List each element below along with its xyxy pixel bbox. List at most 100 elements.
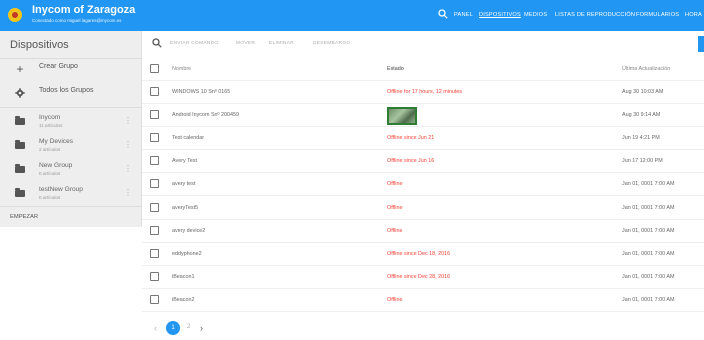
device-name: avery device2 (172, 228, 206, 234)
device-updated: Jun 19 4:21 PM (622, 135, 660, 141)
brand-logo-icon (8, 8, 22, 22)
send-command-button[interactable]: ENVIAR COMANDO (170, 41, 218, 46)
row-checkbox[interactable] (150, 295, 159, 304)
group-count: 11 artículos (39, 123, 63, 128)
device-updated: Aug 30 9:14 AM (622, 112, 661, 118)
column-header-name[interactable]: Nombre (172, 66, 191, 72)
device-updated: Aug 30 10:03 AM (622, 89, 664, 95)
device-status: Offline (387, 205, 403, 211)
row-checkbox[interactable] (150, 272, 159, 281)
chevron-right-icon[interactable]: › (200, 323, 203, 333)
more-vert-icon[interactable]: ⋮ (124, 189, 132, 197)
folder-icon (15, 140, 25, 149)
table-row[interactable]: WINDOWS 10 Snº 0165 Offline for 17 hours… (142, 81, 704, 104)
add-device-button[interactable] (698, 36, 704, 52)
device-name: Test calendar (172, 135, 205, 141)
chevron-left-icon[interactable]: ‹ (154, 323, 157, 333)
row-checkbox[interactable] (150, 156, 159, 165)
row-checkbox[interactable] (150, 203, 159, 212)
all-groups-button[interactable]: Todos los Grupos (0, 81, 142, 105)
device-status: Offline since Dec 18, 2016 (387, 251, 451, 257)
gear-icon (15, 88, 25, 98)
device-updated: Jan 01, 0001 7:00 AM (622, 297, 675, 303)
nav-hora[interactable]: HORA (685, 12, 702, 18)
row-checkbox[interactable] (150, 226, 159, 235)
create-group-label: Crear Grupo (39, 63, 78, 70)
table-row[interactable]: iBeacon1 Offline since Dec 28, 2016 Jan … (142, 266, 704, 289)
folder-icon (15, 164, 25, 173)
device-updated: Jan 01, 0001 7:00 AM (622, 181, 675, 187)
row-checkbox[interactable] (150, 133, 159, 142)
group-name: Inycom (39, 114, 61, 121)
screenshot-thumbnail[interactable] (387, 107, 417, 125)
plus-icon: + (16, 62, 24, 76)
folder-icon (15, 188, 25, 197)
page-current[interactable]: 1 (166, 321, 180, 335)
table-row[interactable]: avery test Offline Jan 01, 0001 7:00 AM (142, 173, 704, 196)
page-next-number[interactable]: 2 (187, 324, 190, 330)
nav-medios[interactable]: MEDIOS (524, 12, 547, 18)
nav-formularios[interactable]: FORMULARIOS (636, 12, 679, 18)
sidebar-item-group[interactable]: testNew Group 0 artículos ⋮ (0, 182, 142, 206)
device-name: Avery Test (172, 158, 197, 164)
search-icon[interactable] (438, 9, 448, 19)
select-all-checkbox[interactable] (150, 64, 159, 73)
nav-listas[interactable]: LISTAS DE REPRODUCCIÓN (555, 12, 635, 18)
device-status: Offline for 17 hours, 12 minutes (387, 89, 463, 95)
table-row[interactable]: Avery Test Offline since Jun 16 Jun 17 1… (142, 150, 704, 173)
table-row[interactable]: Test calendar Offline since Jun 21 Jun 1… (142, 127, 704, 150)
device-name: Android Inycom Snº 200459 (172, 112, 239, 118)
row-checkbox[interactable] (150, 110, 159, 119)
all-groups-label: Todos los Grupos (39, 87, 94, 94)
column-header-status[interactable]: Estado (387, 66, 404, 72)
device-status: Offline since Jun 21 (387, 135, 435, 141)
group-name: testNew Group (39, 186, 83, 193)
device-name: iBeacon1 (172, 274, 195, 280)
create-group-button[interactable]: + Crear Grupo (0, 57, 142, 81)
table-row[interactable]: averyTest5 Offline Jan 01, 0001 7:00 AM (142, 197, 704, 220)
brand-subtitle: Conectado como miguel.lagares@inycom.es (32, 18, 122, 23)
device-name: avery test (172, 181, 196, 187)
group-count: 0 artículos (39, 171, 61, 176)
row-checkbox[interactable] (150, 249, 159, 258)
more-vert-icon[interactable]: ⋮ (124, 117, 132, 125)
group-name: New Group (39, 162, 73, 169)
device-updated: Jan 01, 0001 7:00 AM (622, 205, 675, 211)
table-row[interactable]: iBeacon2 Offline Jan 01, 0001 7:00 AM (142, 289, 704, 312)
sidebar-item-group[interactable]: Inycom 11 artículos ⋮ (0, 110, 142, 134)
device-status: Offline (387, 297, 403, 303)
group-count: 2 artículos (39, 147, 61, 152)
row-checkbox[interactable] (150, 179, 159, 188)
brand-title: Inycom of Zaragoza (32, 4, 136, 16)
device-updated: Jan 01, 0001 7:00 AM (622, 251, 675, 257)
table-row[interactable]: avery device2 Offline Jan 01, 0001 7:00 … (142, 220, 704, 243)
device-updated: Jan 01, 0001 7:00 AM (622, 228, 675, 234)
delete-button[interactable]: ELIMINAR (269, 41, 294, 46)
group-count: 0 artículos (39, 195, 61, 200)
group-name: My Devices (39, 138, 74, 145)
nav-dispositivos[interactable]: DISPOSITIVOS (479, 12, 521, 18)
device-status: Offline since Jun 16 (387, 158, 435, 164)
device-updated: Jun 17 12:00 PM (622, 158, 663, 164)
search-icon[interactable] (152, 38, 162, 48)
empezar-link[interactable]: EMPEZAR (10, 214, 38, 220)
device-status: Offline since Dec 28, 2016 (387, 274, 451, 280)
table-row[interactable]: Android Inycom Snº 200459 Aug 30 9:14 AM (142, 104, 704, 127)
sidebar-item-group[interactable]: My Devices 2 artículos ⋮ (0, 134, 142, 158)
nav-panel[interactable]: PANEL (454, 12, 473, 18)
device-status: Offline (387, 228, 403, 234)
top-bar: Inycom of Zaragoza Conectado como miguel… (0, 0, 704, 31)
more-vert-icon[interactable]: ⋮ (124, 141, 132, 149)
unassign-button[interactable]: DESEMBARGO (313, 41, 350, 46)
device-name: WINDOWS 10 Snº 0165 (172, 89, 231, 95)
sidebar: Dispositivos + Crear Grupo Todos los Gru… (0, 31, 142, 227)
more-vert-icon[interactable]: ⋮ (124, 165, 132, 173)
row-checkbox[interactable] (150, 87, 159, 96)
column-header-updated[interactable]: Última Actualización (622, 66, 670, 72)
move-button[interactable]: MOVER (236, 41, 255, 46)
page-title: Dispositivos (10, 39, 69, 51)
table-row[interactable]: eddyphone2 Offline since Dec 18, 2016 Ja… (142, 243, 704, 266)
sidebar-item-group[interactable]: New Group 0 artículos ⋮ (0, 158, 142, 182)
device-updated: Jan 01, 0001 7:00 AM (622, 274, 675, 280)
device-name: iBeacon2 (172, 297, 195, 303)
